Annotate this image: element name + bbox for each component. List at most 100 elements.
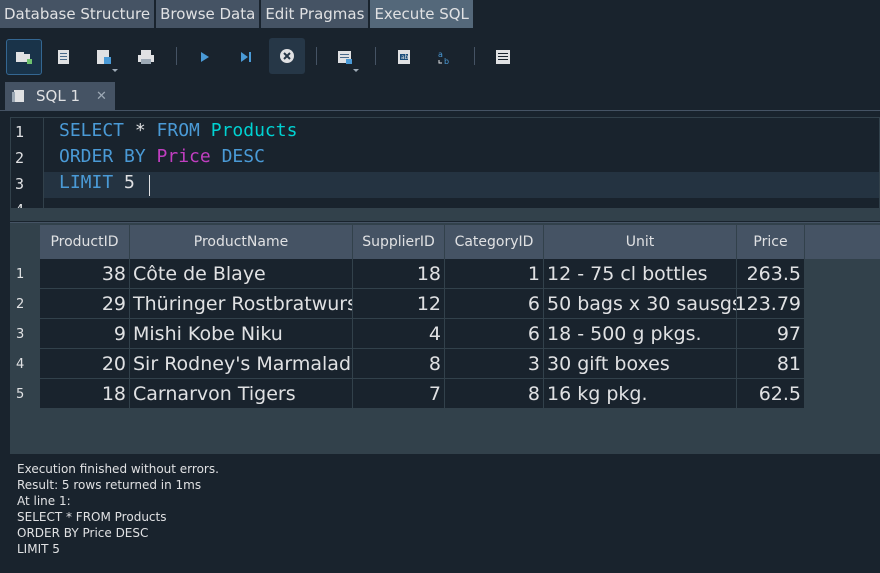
table-cell[interactable]: 18 — [353, 259, 445, 289]
row-number[interactable]: 3 — [10, 319, 40, 349]
table-cell[interactable]: 38 — [40, 259, 130, 289]
open-sql-icon — [58, 50, 69, 64]
table-cell[interactable]: 30 gift boxes — [544, 349, 737, 379]
save-results-icon — [338, 51, 352, 64]
toolbar-separator — [176, 47, 177, 65]
sql-text: * — [124, 120, 157, 141]
svg-text:a: a — [438, 50, 443, 59]
table-cell[interactable]: 81 — [737, 349, 805, 379]
table-cell[interactable]: 16 kg pkg. — [544, 379, 737, 409]
header-filler — [805, 225, 880, 259]
tab-browse-data[interactable]: Browse Data — [156, 0, 260, 28]
message-line: At line 1: — [17, 494, 71, 508]
table-cell[interactable]: 8 — [353, 349, 445, 379]
chevron-down-icon — [353, 69, 359, 72]
sql-editor[interactable]: 1 2 3 4 SELECT * FROM Products ORDER BY P… — [10, 117, 880, 209]
table-cell[interactable]: 6 — [445, 289, 544, 319]
message-line: SELECT * FROM Products — [17, 510, 167, 524]
current-line-highlight — [44, 172, 879, 198]
table-cell[interactable]: Côte de Blaye — [130, 259, 353, 289]
stop-execution-button[interactable] — [269, 38, 305, 74]
column-header[interactable]: ProductName — [130, 225, 353, 259]
find-replace-button[interactable]: ab — [427, 39, 463, 75]
results-grid: ProductID ProductName SupplierID CategoryID… — [10, 222, 880, 445]
table-cell[interactable]: 123.79 — [737, 289, 805, 319]
table-cell[interactable]: 20 — [40, 349, 130, 379]
table-cell[interactable]: 62.5 — [737, 379, 805, 409]
save-results-button[interactable] — [327, 39, 363, 75]
column-header[interactable]: SupplierID — [353, 225, 445, 259]
save-sql-icon — [97, 50, 111, 64]
row-number[interactable]: 5 — [10, 379, 40, 409]
column-header[interactable]: Unit — [544, 225, 737, 259]
message-line: ORDER BY Price DESC — [17, 526, 149, 540]
svg-text:b: b — [444, 57, 449, 65]
save-sql-file-button[interactable] — [86, 39, 122, 75]
comment-icon — [496, 50, 510, 64]
find-replace-icon: ab — [438, 50, 449, 65]
table-cell[interactable]: Sir Rodney's Marmalade — [130, 349, 353, 379]
table-cell[interactable]: 3 — [445, 349, 544, 379]
svg-text:ab: ab — [401, 54, 409, 61]
editor-results-splitter[interactable] — [10, 209, 880, 221]
sql-keyword: DESC — [221, 146, 265, 167]
print-icon — [138, 50, 154, 64]
find-icon: ab — [398, 50, 410, 64]
sql-keyword: SELECT — [59, 120, 125, 141]
open-sql-file-button[interactable] — [46, 39, 82, 75]
table-cell[interactable]: Mishi Kobe Niku — [130, 319, 353, 349]
column-header[interactable]: ProductID — [40, 225, 130, 259]
code-line: SELECT * FROM Products — [59, 120, 297, 141]
table-cell[interactable]: 6 — [445, 319, 544, 349]
tab-edit-pragmas[interactable]: Edit Pragmas — [261, 0, 369, 28]
table-cell[interactable]: 9 — [40, 319, 130, 349]
toolbar-separator — [375, 47, 376, 65]
chevron-down-icon — [112, 69, 118, 72]
table-cell[interactable]: 263.5 — [737, 259, 805, 289]
find-button[interactable]: ab — [386, 39, 422, 75]
table-cell[interactable]: 18 — [40, 379, 130, 409]
tab-database-structure[interactable]: Database Structure — [0, 0, 155, 28]
column-header[interactable]: Price — [737, 225, 805, 259]
tab-execute-sql[interactable]: Execute SQL — [370, 0, 473, 28]
row-number[interactable]: 2 — [10, 289, 40, 319]
sql-keyword: ORDER BY — [59, 146, 146, 167]
table-cell[interactable]: 1 — [445, 259, 544, 289]
sql-column-name: Price — [156, 146, 211, 167]
message-pane: Execution finished without errors. Result… — [10, 455, 880, 573]
table-cell[interactable]: 18 - 500 g pkgs. — [544, 319, 737, 349]
sql-table-name: Products — [210, 120, 298, 141]
table-cell[interactable]: Thüringer Rostbratwurst — [130, 289, 353, 319]
comment-lines-button[interactable] — [485, 39, 521, 75]
open-tab-button[interactable] — [6, 39, 42, 75]
execute-current-line-button[interactable] — [228, 39, 264, 75]
stop-icon — [280, 49, 294, 63]
table-cell[interactable]: 29 — [40, 289, 130, 319]
message-line: Result: 5 rows returned in 1ms — [17, 478, 202, 492]
table-cell[interactable]: 4 — [353, 319, 445, 349]
main-tab-bar: Database Structure Browse Data Edit Prag… — [0, 0, 473, 28]
column-header[interactable]: CategoryID — [445, 225, 544, 259]
table-cell[interactable]: 97 — [737, 319, 805, 349]
execute-line-icon — [241, 52, 251, 62]
results-messages-splitter[interactable] — [10, 444, 880, 454]
tab-sql-1[interactable]: SQL 1 ✕ — [5, 82, 115, 110]
table-cell[interactable]: Carnarvon Tigers — [130, 379, 353, 409]
table-cell[interactable]: 7 — [353, 379, 445, 409]
table-cell[interactable]: 12 - 75 cl bottles — [544, 259, 737, 289]
table-cell[interactable]: 12 — [353, 289, 445, 319]
code-line: ORDER BY Price DESC — [59, 146, 265, 167]
close-icon[interactable]: ✕ — [96, 89, 107, 104]
table-cell[interactable]: 50 bags x 30 sausgs. — [544, 289, 737, 319]
sql-toolbar: ab ab — [0, 36, 880, 76]
execute-all-icon — [201, 52, 209, 62]
toolbar-separator — [474, 47, 475, 65]
row-number[interactable]: 1 — [10, 259, 40, 289]
execute-all-button[interactable] — [187, 39, 223, 75]
row-number[interactable]: 4 — [10, 349, 40, 379]
message-line: LIMIT 5 — [17, 542, 60, 556]
print-button[interactable] — [128, 39, 164, 75]
table-cell[interactable]: 8 — [445, 379, 544, 409]
